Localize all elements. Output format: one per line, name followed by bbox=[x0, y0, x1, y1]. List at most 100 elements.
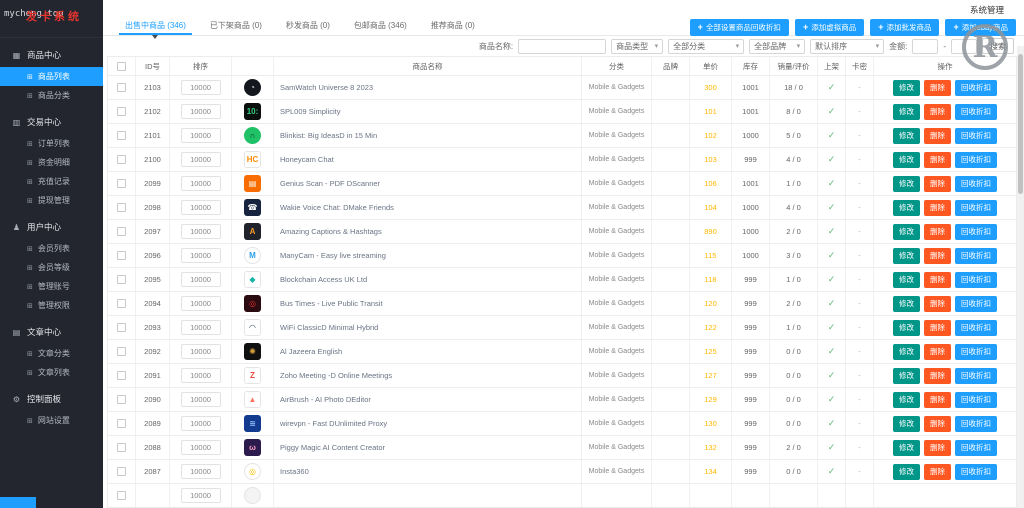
sidebar-item-充值记录[interactable]: ⊞ 充值记录 bbox=[0, 172, 103, 191]
row-checkbox[interactable] bbox=[117, 251, 126, 260]
row-checkbox[interactable] bbox=[117, 83, 126, 92]
edit-button[interactable]: 修改 bbox=[893, 319, 920, 336]
tab-包邮商品 (346)[interactable]: 包邮商品 (346) bbox=[342, 15, 419, 36]
row-checkbox[interactable] bbox=[117, 443, 126, 452]
recycle-discount-button[interactable]: 回收折扣 bbox=[955, 295, 997, 312]
edit-button[interactable]: 修改 bbox=[893, 463, 920, 480]
recycle-discount-button[interactable]: 回收折扣 bbox=[955, 319, 997, 336]
recycle-discount-button[interactable]: 回收折扣 bbox=[955, 151, 997, 168]
sidebar-item-资金明细[interactable]: ⊞ 资金明细 bbox=[0, 153, 103, 172]
delete-button[interactable]: 删除 bbox=[924, 463, 951, 480]
edit-button[interactable]: 修改 bbox=[893, 127, 920, 144]
toolbar-button-添加批发商品[interactable]: + 添加批发商品 bbox=[870, 18, 940, 36]
scrollbar-track[interactable] bbox=[1017, 46, 1024, 508]
edit-button[interactable]: 修改 bbox=[893, 223, 920, 240]
sort-input[interactable] bbox=[180, 464, 221, 479]
delete-button[interactable]: 删除 bbox=[924, 319, 951, 336]
sort-input[interactable] bbox=[180, 392, 221, 407]
sort-input[interactable] bbox=[180, 128, 221, 143]
edit-button[interactable]: 修改 bbox=[893, 79, 920, 96]
recycle-discount-button[interactable]: 回收折扣 bbox=[955, 367, 997, 384]
toolbar-button-全部设置商品回收折扣[interactable]: + 全部设置商品回收折扣 bbox=[689, 18, 789, 36]
delete-button[interactable]: 删除 bbox=[924, 367, 951, 384]
sort-input[interactable] bbox=[180, 176, 221, 191]
recycle-discount-button[interactable]: 回收折扣 bbox=[955, 79, 997, 96]
row-checkbox[interactable] bbox=[117, 395, 126, 404]
row-checkbox[interactable] bbox=[117, 419, 126, 428]
row-checkbox[interactable] bbox=[117, 323, 126, 332]
row-checkbox[interactable] bbox=[117, 347, 126, 356]
edit-button[interactable]: 修改 bbox=[893, 151, 920, 168]
category-select[interactable]: 全部分类 ▾ bbox=[668, 38, 745, 54]
sidebar-section-交易中心[interactable]: ▥ 交易中心 bbox=[0, 110, 103, 134]
row-checkbox[interactable] bbox=[117, 107, 126, 116]
recycle-discount-button[interactable]: 回收折扣 bbox=[955, 127, 997, 144]
sidebar-item-会员等级[interactable]: ⊞ 会员等级 bbox=[0, 258, 103, 277]
delete-button[interactable]: 删除 bbox=[924, 127, 951, 144]
product-type-select[interactable]: 商品类型 ▾ bbox=[611, 38, 664, 54]
sort-input[interactable] bbox=[180, 248, 221, 263]
edit-button[interactable]: 修改 bbox=[893, 295, 920, 312]
amount-max-input[interactable] bbox=[951, 38, 977, 54]
row-checkbox[interactable] bbox=[117, 203, 126, 212]
sort-order-select[interactable]: 默认排序 ▾ bbox=[810, 38, 885, 54]
recycle-discount-button[interactable]: 回收折扣 bbox=[955, 463, 997, 480]
sort-input[interactable] bbox=[180, 488, 221, 503]
sidebar-item-文章分类[interactable]: ⊞ 文章分类 bbox=[0, 344, 103, 363]
delete-button[interactable]: 删除 bbox=[924, 343, 951, 360]
brand-select[interactable]: 全部品牌 ▾ bbox=[749, 38, 806, 54]
scrollbar-thumb[interactable] bbox=[1018, 54, 1023, 194]
sidebar-item-订单列表[interactable]: ⊞ 订单列表 bbox=[0, 134, 103, 153]
sort-input[interactable] bbox=[180, 320, 221, 335]
recycle-discount-button[interactable]: 回收折扣 bbox=[955, 175, 997, 192]
row-checkbox[interactable] bbox=[117, 371, 126, 380]
recycle-discount-button[interactable]: 回收折扣 bbox=[955, 391, 997, 408]
edit-button[interactable]: 修改 bbox=[893, 199, 920, 216]
delete-button[interactable]: 删除 bbox=[924, 439, 951, 456]
recycle-discount-button[interactable]: 回收折扣 bbox=[955, 199, 997, 216]
sort-input[interactable] bbox=[180, 272, 221, 287]
edit-button[interactable]: 修改 bbox=[893, 439, 920, 456]
sort-input[interactable] bbox=[180, 200, 221, 215]
row-checkbox[interactable] bbox=[117, 227, 126, 236]
edit-button[interactable]: 修改 bbox=[893, 415, 920, 432]
sidebar-section-用户中心[interactable]: ♟ 用户中心 bbox=[0, 215, 103, 239]
sidebar-item-管理账号[interactable]: ⊞ 管理账号 bbox=[0, 277, 103, 296]
tab-出售中商品 (346)[interactable]: 出售中商品 (346) bbox=[113, 15, 198, 40]
select-all-checkbox[interactable] bbox=[117, 61, 126, 71]
sort-input[interactable] bbox=[180, 344, 221, 359]
sort-input[interactable] bbox=[180, 368, 221, 383]
product-name-input[interactable] bbox=[518, 38, 607, 54]
edit-button[interactable]: 修改 bbox=[893, 247, 920, 264]
delete-button[interactable]: 删除 bbox=[924, 271, 951, 288]
edit-button[interactable]: 修改 bbox=[893, 271, 920, 288]
recycle-discount-button[interactable]: 回收折扣 bbox=[955, 223, 997, 240]
recycle-discount-button[interactable]: 回收折扣 bbox=[955, 103, 997, 120]
sidebar-item-文章列表[interactable]: ⊞ 文章列表 bbox=[0, 363, 103, 382]
sort-input[interactable] bbox=[180, 224, 221, 239]
delete-button[interactable]: 删除 bbox=[924, 103, 951, 120]
delete-button[interactable]: 删除 bbox=[924, 247, 951, 264]
delete-button[interactable]: 删除 bbox=[924, 415, 951, 432]
toolbar-button-添加虚拟商品[interactable]: + 添加虚拟商品 bbox=[794, 18, 865, 36]
tab-推荐商品 (0)[interactable]: 推荐商品 (0) bbox=[419, 15, 487, 36]
delete-button[interactable]: 删除 bbox=[924, 391, 951, 408]
amount-min-input[interactable] bbox=[912, 38, 939, 54]
tab-秒发商品 (0)[interactable]: 秒发商品 (0) bbox=[274, 15, 342, 36]
row-checkbox[interactable] bbox=[117, 155, 126, 164]
row-checkbox[interactable] bbox=[117, 131, 126, 140]
recycle-discount-button[interactable]: 回收折扣 bbox=[955, 343, 997, 360]
row-checkbox[interactable] bbox=[117, 179, 126, 188]
delete-button[interactable]: 删除 bbox=[924, 223, 951, 240]
sidebar-section-商品中心[interactable]: ▦ 商品中心 bbox=[0, 43, 103, 67]
sort-input[interactable] bbox=[180, 296, 221, 311]
recycle-discount-button[interactable]: 回收折扣 bbox=[955, 247, 997, 264]
sidebar-item-管理权限[interactable]: ⊞ 管理权限 bbox=[0, 296, 103, 315]
tab-已下架商品 (0)[interactable]: 已下架商品 (0) bbox=[198, 15, 274, 36]
sidebar-item-网站设置[interactable]: ⊞ 网站设置 bbox=[0, 411, 103, 430]
delete-button[interactable]: 删除 bbox=[924, 79, 951, 96]
sidebar-item-商品分类[interactable]: ⊞ 商品分类 bbox=[0, 86, 103, 105]
edit-button[interactable]: 修改 bbox=[893, 343, 920, 360]
recycle-discount-button[interactable]: 回收折扣 bbox=[955, 439, 997, 456]
sidebar-item-会员列表[interactable]: ⊞ 会员列表 bbox=[0, 239, 103, 258]
